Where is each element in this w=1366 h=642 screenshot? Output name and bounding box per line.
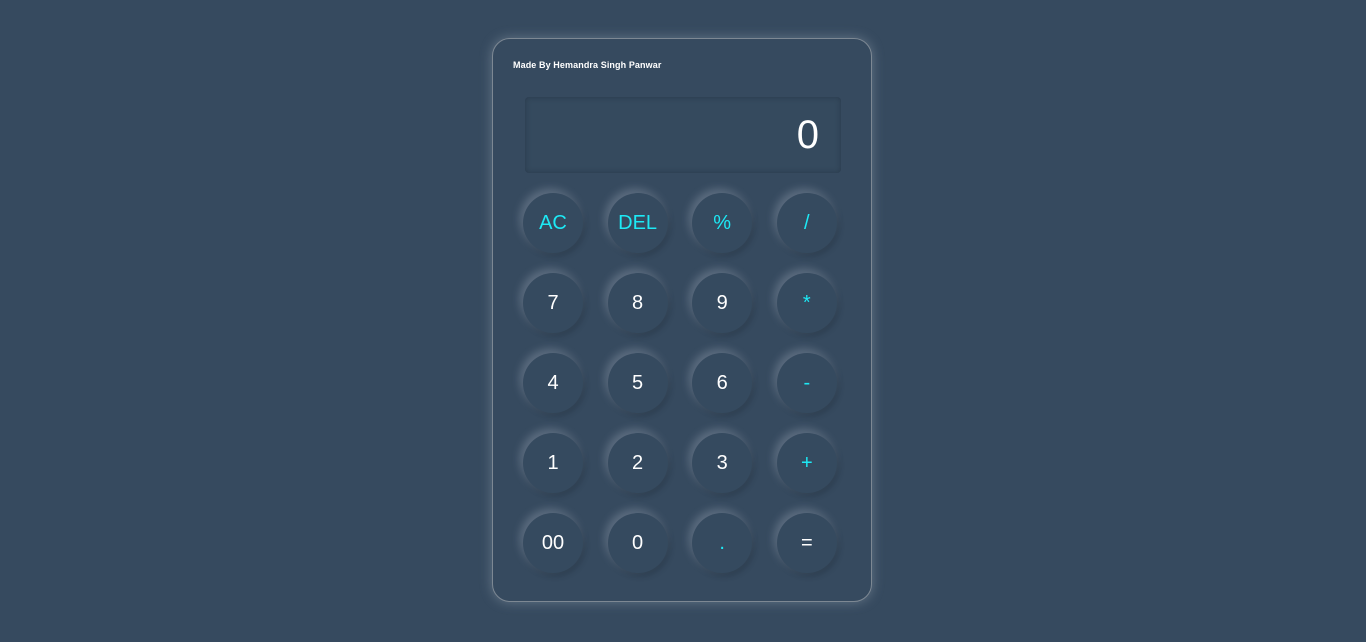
key-4[interactable]: 4 — [523, 353, 583, 413]
key-0[interactable]: 0 — [607, 513, 668, 573]
key-5[interactable]: 5 — [607, 353, 668, 413]
key-multiply[interactable]: * — [776, 273, 837, 333]
key-double-zero[interactable]: 00 — [523, 513, 583, 573]
calculator: Made By Hemandra Singh Panwar 0 AC DEL %… — [492, 38, 872, 602]
display: 0 — [525, 97, 841, 173]
key-del[interactable]: DEL — [607, 193, 668, 253]
key-7[interactable]: 7 — [523, 273, 583, 333]
key-percent[interactable]: % — [692, 193, 753, 253]
key-6[interactable]: 6 — [692, 353, 753, 413]
key-1[interactable]: 1 — [523, 433, 583, 493]
key-8[interactable]: 8 — [607, 273, 668, 333]
key-add[interactable]: + — [776, 433, 837, 493]
keypad: AC DEL % / 7 8 9 * 4 5 6 - 1 2 3 + 00 0 … — [523, 193, 843, 573]
key-equals[interactable]: = — [776, 513, 837, 573]
credit-text: Made By Hemandra Singh Panwar — [513, 60, 662, 70]
key-9[interactable]: 9 — [692, 273, 753, 333]
key-divide[interactable]: / — [776, 193, 837, 253]
key-ac[interactable]: AC — [523, 193, 583, 253]
key-2[interactable]: 2 — [607, 433, 668, 493]
key-decimal[interactable]: . — [692, 513, 753, 573]
key-subtract[interactable]: - — [776, 353, 837, 413]
key-3[interactable]: 3 — [692, 433, 753, 493]
